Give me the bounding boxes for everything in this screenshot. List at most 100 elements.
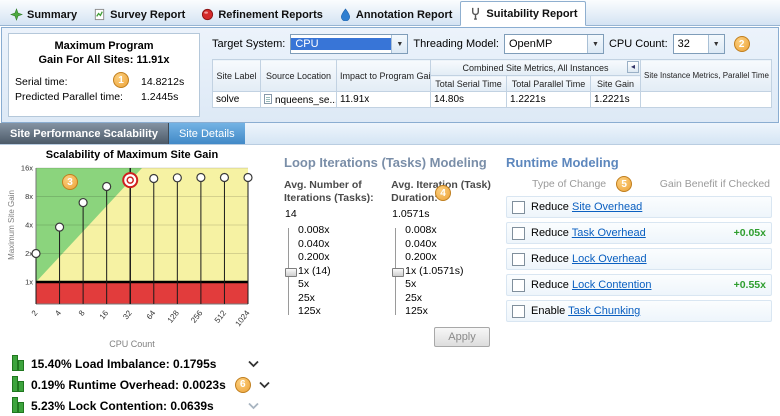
- bar-chart-icon: [12, 377, 24, 393]
- runtime-option-label: Reduce Site Overhead: [531, 201, 642, 213]
- scale-option-5x[interactable]: 5x: [405, 278, 494, 292]
- scale-option-125x[interactable]: 125x: [298, 305, 379, 319]
- tab-summary[interactable]: Summary: [2, 3, 85, 26]
- scale-option-0.040x[interactable]: 0.040x: [405, 238, 494, 252]
- tab-annotation-report[interactable]: Annotation Report: [331, 3, 461, 26]
- lock-overhead-checkbox[interactable]: [512, 253, 525, 266]
- expand-chevron-icon[interactable]: [247, 402, 260, 410]
- duration-scale-slider[interactable]: 0.008x0.040x0.200x1x (1.0571s)5x25x125x: [391, 224, 494, 319]
- report-tabbar: Summary Survey Report Refinement Reports…: [0, 0, 780, 26]
- cell-site-gain[interactable]: 1.2221s: [591, 92, 641, 108]
- runtime-option-label: Enable Task Chunking: [531, 305, 640, 317]
- bar-chart-icon: [12, 356, 24, 372]
- site-overhead-checkbox[interactable]: [512, 201, 525, 214]
- scale-option-125x[interactable]: 125x: [405, 305, 494, 319]
- cell-total-serial-time[interactable]: 14.80s: [431, 92, 507, 108]
- runtime-modeling-title: Runtime Modeling: [506, 155, 772, 170]
- dropdown-arrow-icon[interactable]: ▼: [708, 35, 724, 53]
- gain-benefit-header: Gain Benefit if Checked: [660, 178, 772, 190]
- callout-badge-6: 6: [235, 377, 251, 393]
- tab-site-details[interactable]: Site Details: [169, 123, 245, 144]
- svg-text:256: 256: [189, 308, 205, 324]
- table-row-solve[interactable]: solve nqueens_se... 11.91x 14.80s 1.2221…: [213, 92, 772, 108]
- cell-impact[interactable]: 11.91x: [337, 92, 431, 108]
- link-lock-overhead[interactable]: Lock Overhead: [572, 253, 647, 265]
- task-overhead-checkbox[interactable]: [512, 227, 525, 240]
- scalability-chart[interactable]: 1x2x4x8x16x2481632641282565121024Maximum…: [6, 162, 258, 340]
- task-chunking-checkbox[interactable]: [512, 305, 525, 318]
- predicted-parallel-time-row: Predicted Parallel time: 1.2445s: [15, 90, 193, 105]
- tab-label: Suitability Report: [486, 8, 577, 20]
- link-site-overhead[interactable]: Site Overhead: [572, 201, 642, 213]
- duration-value: 1.0571s: [392, 208, 494, 221]
- iterations-scale-slider[interactable]: 0.008x0.040x0.200x1x (14)5x25x125x: [284, 224, 379, 319]
- runtime-overhead-row[interactable]: 0.19% Runtime Overhead: 0.0023s 6: [6, 374, 270, 395]
- suitability-report-window: Summary Survey Report Refinement Reports…: [0, 0, 780, 416]
- tab-refinement-reports[interactable]: Refinement Reports: [193, 3, 331, 26]
- dropdown-arrow-icon[interactable]: ▼: [587, 35, 603, 53]
- load-imbalance-label: 15.40% Load Imbalance: 0.1795s: [31, 357, 216, 371]
- expand-chevron-icon[interactable]: [247, 360, 260, 368]
- col-source-location[interactable]: Source Location: [261, 60, 337, 92]
- scale-option-25x[interactable]: 25x: [298, 292, 379, 306]
- link-lock-contention[interactable]: Lock Contention: [572, 279, 652, 291]
- tab-site-performance-scalability[interactable]: Site Performance Scalability: [0, 123, 169, 144]
- scale-option-0.008x[interactable]: 0.008x: [298, 224, 379, 238]
- dropdown-arrow-icon[interactable]: ▼: [391, 35, 407, 53]
- col-site-gain[interactable]: Site Gain: [591, 76, 641, 92]
- callout-badge-3: 3: [62, 174, 78, 190]
- col-total-parallel-time[interactable]: Total Parallel Time: [507, 76, 591, 92]
- lock-contention-checkbox[interactable]: [512, 279, 525, 292]
- lock-contention-row[interactable]: 5.23% Lock Contention: 0.0639s: [6, 395, 270, 416]
- col-group-combined-site-metrics[interactable]: Combined Site Metrics, All Instances ◂: [431, 60, 641, 76]
- svg-text:32: 32: [121, 308, 134, 321]
- threading-model-select[interactable]: OpenMP ▼: [504, 34, 604, 54]
- runtime-modeling-panel: Runtime Modeling Type of Change 5 Gain B…: [494, 145, 780, 416]
- loop-iterations-modeling-panel: Loop Iterations (Tasks) Modeling Avg. Nu…: [272, 145, 494, 416]
- col-group-site-instance-metrics[interactable]: Site Instance Metrics, Parallel Time: [641, 60, 772, 92]
- predicted-parallel-time-value: 1.2445s: [141, 90, 178, 105]
- cell-site-instance[interactable]: [641, 92, 772, 108]
- scale-option-1x1.0571s[interactable]: 1x (1.0571s): [405, 265, 494, 279]
- apply-button[interactable]: Apply: [434, 327, 490, 347]
- scale-option-0.008x[interactable]: 0.008x: [405, 224, 494, 238]
- svg-text:16x: 16x: [21, 164, 33, 173]
- program-gain-summary: Maximum Program Gain For All Sites: 11.9…: [8, 33, 200, 117]
- tab-survey-report[interactable]: Survey Report: [85, 3, 193, 26]
- svg-text:512: 512: [213, 308, 229, 324]
- svg-text:8: 8: [77, 308, 87, 317]
- col-total-serial-time[interactable]: Total Serial Time: [431, 76, 507, 92]
- col-impact-to-program-gain[interactable]: Impact to Program Gain: [337, 60, 431, 92]
- callout-badge-1: 1: [113, 72, 129, 88]
- scale-option-0.200x[interactable]: 0.200x: [405, 251, 494, 265]
- tab-label: Summary: [27, 9, 77, 21]
- load-imbalance-row[interactable]: 15.40% Load Imbalance: 0.1795s: [6, 353, 270, 374]
- col-site-label[interactable]: Site Label: [213, 60, 261, 92]
- cell-site-label[interactable]: solve: [213, 92, 261, 108]
- runtime-option-lock-contention: Reduce Lock Contention+0.55x: [506, 274, 772, 296]
- cell-total-parallel-time[interactable]: 1.2221s: [507, 92, 591, 108]
- runtime-option-label: Reduce Lock Contention: [531, 279, 651, 291]
- scale-option-25x[interactable]: 25x: [405, 292, 494, 306]
- scale-option-0.040x[interactable]: 0.040x: [298, 238, 379, 252]
- scale-option-0.200x[interactable]: 0.200x: [298, 251, 379, 265]
- collapse-columns-button[interactable]: ◂: [627, 61, 639, 73]
- group-instance-label: Site Instance Metrics, Parallel Time: [644, 71, 769, 80]
- type-of-change-header: Type of Change: [532, 178, 606, 190]
- link-task-chunking[interactable]: Task Chunking: [568, 305, 640, 317]
- runtime-modeling-header: Type of Change 5 Gain Benefit if Checked: [506, 176, 772, 192]
- expand-chevron-icon[interactable]: [258, 381, 271, 389]
- link-task-overhead[interactable]: Task Overhead: [572, 227, 646, 239]
- cell-source-location[interactable]: nqueens_se...: [261, 92, 337, 108]
- tab-suitability-report[interactable]: Suitability Report: [460, 1, 586, 26]
- runtime-option-task-overhead: Reduce Task Overhead+0.05x: [506, 222, 772, 244]
- scale-option-1x14[interactable]: 1x (14): [298, 265, 379, 279]
- svg-text:Maximum Site Gain: Maximum Site Gain: [7, 190, 16, 260]
- survey-report-icon: [93, 8, 106, 21]
- scale-option-5x[interactable]: 5x: [298, 278, 379, 292]
- cpu-count-select[interactable]: 32 ▼: [673, 34, 725, 54]
- runtime-overhead-label: 0.19% Runtime Overhead: 0.0023s: [31, 378, 226, 392]
- tab-label: Annotation Report: [356, 9, 453, 21]
- annotation-report-icon: [339, 8, 352, 21]
- target-system-select[interactable]: CPU ▼: [290, 34, 408, 54]
